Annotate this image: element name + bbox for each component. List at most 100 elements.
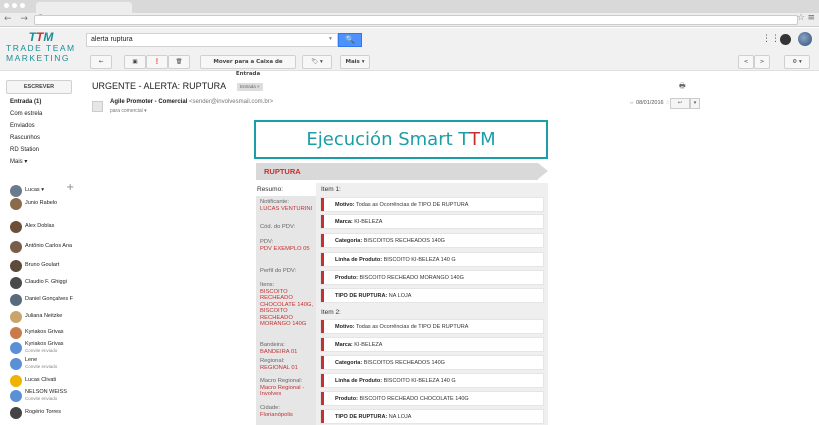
contact-item[interactable]: Juliana Neitzke: [10, 310, 76, 324]
contact-item[interactable]: Lucas Clivati: [10, 374, 76, 388]
reply-button[interactable]: ↩: [670, 98, 690, 109]
folder-inbox[interactable]: Entrada (1): [10, 99, 41, 105]
item-heading: Item 2:: [321, 309, 341, 316]
window-controls[interactable]: [4, 3, 25, 8]
browser-toolbar: ← → C ☆ ≡: [0, 13, 819, 27]
next-message-button[interactable]: >: [754, 55, 770, 69]
bookmark-star-icon[interactable]: ☆: [797, 13, 805, 23]
contact-item[interactable]: NELSON WEISS Convite enviado: [10, 389, 76, 403]
new-hangout-button[interactable]: +: [66, 182, 74, 193]
contact-name: Lucas Clivati: [25, 377, 57, 383]
avatar: [10, 277, 22, 289]
inbox-label-chip[interactable]: Entrada ×: [237, 83, 263, 91]
recipients-toggle[interactable]: para comercial ▾: [110, 108, 147, 114]
item-detail-value: NA LOJA: [388, 414, 412, 420]
summary-field: PDV: PDV EXEMPLO 05: [260, 239, 315, 252]
contact-name: Lene: [25, 357, 38, 363]
avatar: [10, 358, 22, 370]
print-icon[interactable]: 🖶: [679, 82, 686, 93]
item-detail-text: Produto: BISCOITO RECHEADO CHOCOLATE 140…: [335, 396, 469, 402]
back-button[interactable]: ←: [90, 55, 112, 69]
contact-item[interactable]: Antônio Carlos Ana: [10, 240, 76, 254]
contact-name: Claudio F. Ghiggi: [25, 279, 67, 285]
contact-item[interactable]: Junio Rabelo: [10, 197, 76, 211]
search-input[interactable]: alerta ruptura ▼: [86, 33, 338, 47]
contact-item[interactable]: Kyriakos Grivas: [10, 326, 76, 340]
browser-tab[interactable]: [36, 2, 132, 13]
folder-sent[interactable]: Enviados: [10, 123, 35, 129]
contact-item[interactable]: Kyriakos Grivas Convite enviado: [10, 341, 76, 355]
message-date: ⇔ 08/01/2016 ☆: [629, 100, 670, 106]
sender-avatar: [92, 101, 103, 112]
item-detail-text: Motivo: Todas as Ocorrências de TIPO DE …: [335, 324, 468, 330]
spam-button[interactable]: ❗: [146, 55, 168, 69]
contact-name: Kyriakos Grivas: [25, 341, 64, 347]
section-title: RUPTURA: [264, 167, 301, 176]
contact-name: Antônio Carlos Ana: [25, 243, 73, 249]
item-detail-value: BISCOITOS RECHEADOS 140G: [363, 238, 445, 244]
more-actions-button[interactable]: Mais ▾: [340, 55, 370, 69]
banner-letter-m: M: [480, 129, 496, 150]
item-detail-key: Motivo:: [335, 202, 355, 208]
notifications-icon[interactable]: [780, 34, 791, 45]
sender-email: <sender@involvesmail.com.br>: [189, 99, 274, 105]
profile-avatar[interactable]: [798, 32, 812, 46]
hangouts-me-name: Lucas ▾: [25, 187, 44, 193]
avatar: [10, 390, 22, 402]
contact-item[interactable]: Lene Convite enviado: [10, 357, 76, 371]
contact-item[interactable]: Rogério Torres: [10, 406, 76, 420]
search-icon: 🔍: [345, 35, 355, 44]
item-detail-key: Marca:: [335, 342, 353, 348]
close-window-button[interactable]: [4, 3, 9, 8]
message-more-button[interactable]: ▾: [690, 98, 700, 109]
move-to-inbox-button[interactable]: Mover para a Caixa de Entrada: [200, 55, 296, 77]
apps-grid-icon[interactable]: ⋮⋮: [762, 34, 780, 44]
delete-button[interactable]: 🗑: [168, 55, 190, 69]
row-accent-bar: [321, 198, 324, 211]
ttm-banner: Ejecución Smart TTM: [254, 120, 548, 159]
sender-name: Agile Promoter - Comercial: [110, 99, 188, 105]
minimize-window-button[interactable]: [12, 3, 17, 8]
summary-field: Cidade: Florianópolis: [260, 405, 315, 418]
folder-more[interactable]: Mais ▾: [10, 158, 27, 165]
avatar: [10, 327, 22, 339]
folder-rd-station[interactable]: RD Station: [10, 147, 39, 153]
item-detail-row: Motivo: Todas as Ocorrências de TIPO DE …: [320, 197, 544, 212]
item-detail-row: Linha de Produto: BISCOITO KI-BELEZA 140…: [320, 252, 544, 267]
search-value: alerta ruptura: [91, 36, 133, 43]
address-bar[interactable]: [34, 15, 798, 25]
maximize-window-button[interactable]: [20, 3, 25, 8]
prev-message-button[interactable]: <: [738, 55, 754, 69]
browser-menu-icon[interactable]: ≡: [807, 13, 815, 23]
compose-button[interactable]: ESCREVER: [6, 80, 72, 94]
row-accent-bar: [321, 320, 324, 333]
summary-field-value: BISCOITO RECHEADO CHOCOLATE 140G, BISCOI…: [260, 288, 314, 328]
settings-button[interactable]: ⚙ ▾: [784, 55, 810, 69]
item-detail-row: Categoria: BISCOITOS RECHEADOS 140G: [320, 233, 544, 248]
item-detail-key: TIPO DE RUPTURA:: [335, 293, 388, 299]
search-options-icon[interactable]: ▼: [328, 36, 333, 42]
folder-starred[interactable]: Com estrela: [10, 111, 42, 117]
item-detail-row: Motivo: Todas as Ocorrências de TIPO DE …: [320, 319, 544, 334]
summary-field-label: Cód. do PDV:: [260, 224, 296, 230]
avatar: [10, 311, 22, 323]
item-detail-value: BISCOITO RECHEADO CHOCOLATE 140G: [359, 396, 469, 402]
contact-item[interactable]: Daniel Gonçalves F: [10, 293, 76, 307]
contact-item[interactable]: Claudio F. Ghiggi: [10, 276, 76, 290]
summary-field: Cód. do PDV:: [260, 224, 315, 231]
item-detail-value: Todas as Ocorrências de TIPO DE RUPTURA: [356, 202, 469, 208]
banner-letter-t: T: [469, 129, 481, 150]
summary-field: Regional: REGIONAL 01: [260, 358, 315, 371]
item-detail-value: BISCOITO RECHEADO MORANGO 140G: [359, 275, 464, 281]
contact-item[interactable]: Alex Doblas: [10, 220, 76, 234]
item-detail-key: Produto:: [335, 396, 358, 402]
item-detail-key: TIPO DE RUPTURA:: [335, 414, 388, 420]
archive-button[interactable]: ▣: [124, 55, 146, 69]
search-button[interactable]: 🔍: [338, 33, 362, 47]
summary-field-value: BANDEIRA 01: [260, 348, 298, 355]
labels-button[interactable]: 🏷 ▾: [302, 55, 332, 69]
contact-item[interactable]: Bruno Goulart: [10, 259, 76, 273]
summary-field-value: PDV EXEMPLO 05: [260, 245, 310, 252]
folder-drafts[interactable]: Rascunhos: [10, 135, 40, 141]
message-subject: URGENTE - ALERTA: RUPTURA: [92, 81, 227, 91]
